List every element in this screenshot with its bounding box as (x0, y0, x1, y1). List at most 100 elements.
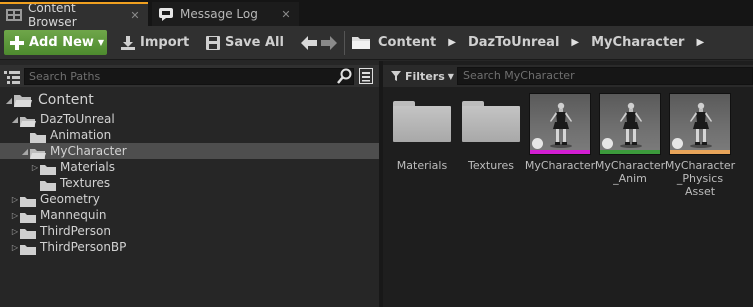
active-tab-accent (0, 2, 148, 4)
expanded-arrow-icon[interactable]: ◢ (10, 115, 20, 124)
asset-label: Textures (468, 159, 514, 172)
toolbar-separator (344, 31, 345, 55)
asset-type-strip (600, 150, 660, 154)
character-figure-icon (690, 102, 712, 148)
chevron-right-icon[interactable]: ▶ (571, 37, 579, 48)
forward-arrow-icon[interactable] (321, 35, 337, 54)
asset-label-text: MyCharacter _Physics Asset (664, 159, 736, 198)
tree-item-label: Content (38, 92, 94, 108)
asset-label: MyCharacter _Physics Asset (663, 159, 737, 198)
breadcrumb-daztounreal[interactable]: DazToUnreal (468, 35, 559, 50)
asset-view-panel: Filters ▼ Search MyCharacter Materials T… (383, 61, 753, 307)
save-all-button[interactable]: Save All (206, 30, 284, 55)
search-assets-input[interactable]: Search MyCharacter (457, 67, 753, 85)
asset-badge-icon (672, 138, 683, 149)
add-new-button[interactable]: Add New ▼ (4, 30, 107, 55)
tree-item-daztounreal[interactable]: ◢ DazToUnreal (0, 111, 379, 127)
folder-icon (30, 129, 46, 143)
import-button[interactable]: Import (121, 30, 189, 55)
save-icon (206, 35, 220, 50)
asset-label: Materials (396, 159, 448, 172)
tab-label: Message Log (180, 7, 258, 21)
path-tree-panel: Search Paths ◢ Content ◢ DazToUnreal Ani… (0, 61, 379, 307)
tree-item-thirdperson[interactable]: ▷ ThirdPerson (0, 223, 379, 239)
asset-label-text: MyCharacter _Anim (594, 159, 666, 185)
message-log-icon (158, 7, 174, 21)
content-browser-icon (6, 8, 22, 22)
asset-type-strip (670, 150, 730, 154)
tab-bar: Content Browser ✕ Message Log ✕ (0, 0, 753, 29)
breadcrumb-mycharacter[interactable]: MyCharacter (591, 35, 684, 50)
search-paths-input[interactable]: Search Paths (24, 68, 354, 85)
dropdown-caret-icon: ▼ (447, 71, 454, 81)
asset-badge-icon (602, 138, 613, 149)
character-thumbnail (529, 93, 591, 155)
tree-item-mycharacter[interactable]: ◢ MyCharacter (0, 143, 379, 159)
breadcrumb: Content ▶ DazToUnreal ▶ MyCharacter ▶ (352, 30, 716, 55)
back-arrow-icon[interactable] (301, 35, 317, 54)
tree-item-materials[interactable]: ▷ Materials (0, 159, 379, 175)
folder-icon (20, 225, 36, 239)
asset-label: MyCharacter (524, 159, 596, 172)
folder-icon (352, 36, 370, 50)
tree-item-label: ThirdPersonBP (40, 240, 127, 254)
folder-open-icon (20, 113, 36, 127)
folder-icon (460, 93, 522, 155)
collapse-tree-icon[interactable] (4, 69, 20, 88)
folder-icon (40, 177, 56, 191)
expanded-arrow-icon[interactable]: ◢ (4, 96, 14, 105)
dropdown-caret-icon: ▼ (97, 38, 105, 47)
chevron-right-icon[interactable]: ▶ (696, 37, 704, 48)
folder-icon (40, 161, 56, 175)
asset-type-strip (530, 150, 590, 154)
tree-item-geometry[interactable]: ▷ Geometry (0, 191, 379, 207)
filters-button[interactable]: Filters ▼ (391, 68, 454, 84)
tree-item-label: Materials (60, 160, 116, 174)
close-icon[interactable]: ✕ (128, 9, 142, 22)
add-new-label: Add New (29, 35, 94, 50)
save-all-label: Save All (225, 35, 284, 50)
tree-item-label: MyCharacter (50, 144, 127, 158)
expanded-arrow-icon[interactable]: ◢ (20, 147, 30, 156)
tree-item-label: DazToUnreal (40, 112, 115, 126)
tree-item-label: Textures (60, 176, 111, 190)
folder-icon (20, 241, 36, 255)
view-options-icon[interactable] (359, 68, 373, 88)
tree-item-content[interactable]: ◢ Content (0, 89, 379, 111)
tree-item-textures[interactable]: Textures (0, 175, 379, 191)
search-icon[interactable] (337, 68, 353, 88)
folder-icon (20, 209, 36, 223)
character-thumbnail (599, 93, 661, 155)
import-icon (121, 35, 135, 50)
tree-item-label: Geometry (40, 192, 100, 206)
collapsed-arrow-icon[interactable]: ▷ (10, 195, 20, 204)
asset-label: MyCharacter _Anim (593, 159, 667, 185)
tree-item-thirdpersonbp[interactable]: ▷ ThirdPersonBP (0, 239, 379, 255)
tree-item-label: ThirdPerson (40, 224, 111, 238)
character-thumbnail (669, 93, 731, 155)
breadcrumb-content[interactable]: Content (378, 35, 436, 50)
import-label: Import (140, 35, 190, 50)
character-figure-icon (550, 102, 572, 148)
tab-content-browser[interactable]: Content Browser ✕ (0, 1, 148, 29)
tree-item-animation[interactable]: Animation (0, 127, 379, 143)
history-navigation (301, 35, 337, 54)
tab-message-log[interactable]: Message Log ✕ (152, 2, 299, 26)
asset-filter-bar: Filters ▼ Search MyCharacter (383, 65, 753, 87)
close-icon[interactable]: ✕ (279, 8, 293, 21)
filter-icon (391, 71, 401, 81)
tree-item-label: Mannequin (40, 208, 107, 222)
tree-item-mannequin[interactable]: ▷ Mannequin (0, 207, 379, 223)
tab-label: Content Browser (28, 1, 77, 29)
collapsed-arrow-icon[interactable]: ▷ (10, 227, 20, 236)
folder-icon (391, 93, 453, 155)
collapsed-arrow-icon[interactable]: ▷ (10, 243, 20, 252)
path-search-bar: Search Paths (0, 65, 379, 87)
tree-item-label: Animation (50, 128, 112, 142)
folder-icon (20, 193, 36, 207)
filters-label: Filters (405, 69, 445, 83)
chevron-right-icon[interactable]: ▶ (448, 37, 456, 48)
collapsed-arrow-icon[interactable]: ▷ (30, 163, 40, 172)
folder-open-icon (30, 145, 46, 159)
collapsed-arrow-icon[interactable]: ▷ (10, 211, 20, 220)
